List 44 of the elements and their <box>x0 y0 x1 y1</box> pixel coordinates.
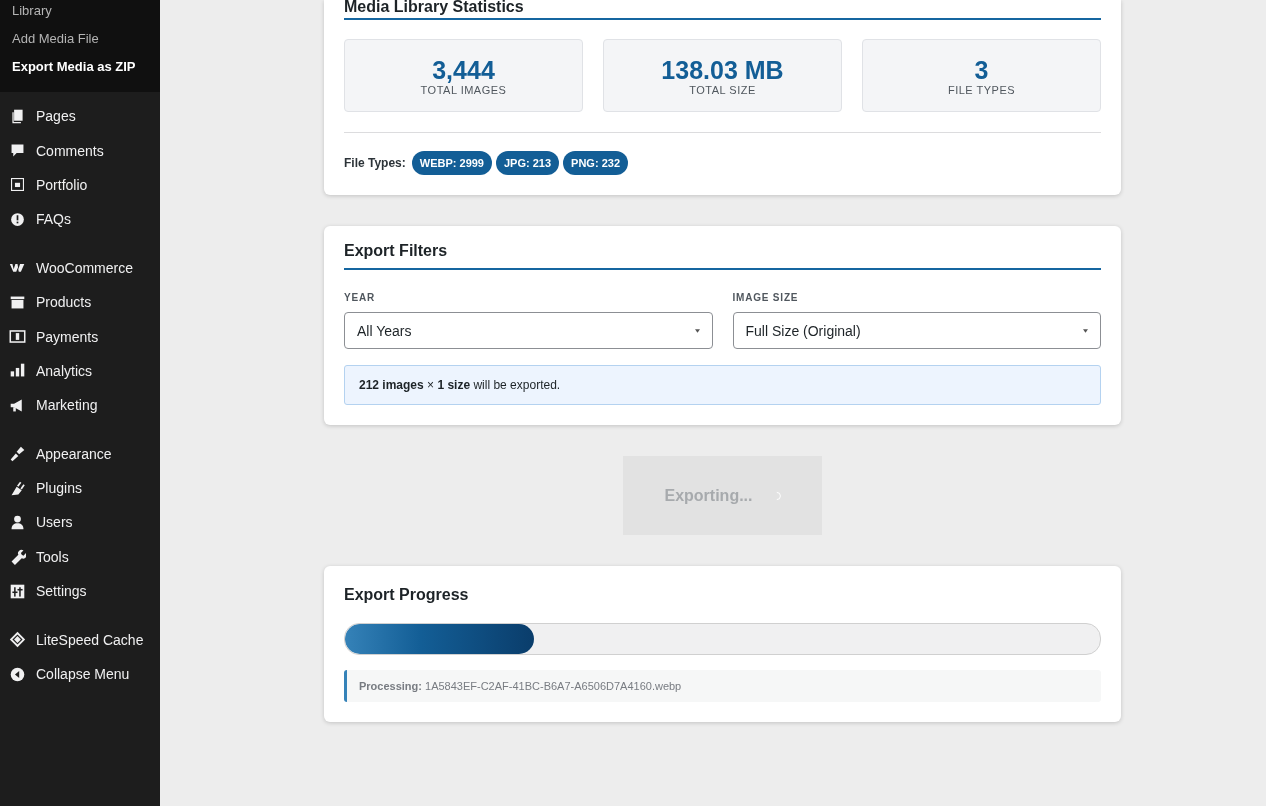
notice-banner: 212 images × 1 size will be exported. <box>344 365 1101 405</box>
stat-label: FILE TYPES <box>947 83 1016 96</box>
caret-icon <box>1083 328 1088 333</box>
menu-item[interactable]: LiteSpeed Cache <box>0 622 160 657</box>
submenu-item[interactable]: Export Media as ZIP <box>0 58 160 86</box>
menu-item[interactable]: Marketing <box>0 388 160 423</box>
menu-item[interactable]: Payments <box>0 319 160 354</box>
submenu-item[interactable]: Library <box>0 2 160 30</box>
users-icon <box>9 514 26 531</box>
field-label: YEAR <box>344 292 376 303</box>
stat-value: 3 <box>974 55 989 84</box>
spinner-icon <box>774 489 781 502</box>
card-title: Export Progress <box>344 586 470 604</box>
menu-item[interactable]: Products <box>0 284 160 320</box>
menu-item[interactable]: Plugins <box>0 470 160 506</box>
menu-item[interactable]: Settings <box>0 574 160 609</box>
select-field[interactable]: Full Size (Original) <box>732 312 1101 349</box>
caret-icon <box>694 328 700 333</box>
field-label: IMAGE SIZE <box>732 292 800 303</box>
menu-item[interactable]: Tools <box>0 539 160 575</box>
submenu-item[interactable]: Add Media File <box>0 30 160 58</box>
menu-item[interactable]: Appearance <box>0 436 160 471</box>
menu-item[interactable]: Collapse Menu <box>0 656 160 692</box>
menu-item[interactable]: Pages <box>0 99 160 134</box>
file-type-badge: PNG: 232 <box>563 151 628 175</box>
settings-icon <box>9 582 26 600</box>
file-type-badge: WEBP: 2999 <box>411 151 492 175</box>
stat-value: 138.03 MB <box>661 55 784 84</box>
stat-label: TOTAL SIZE <box>689 83 756 96</box>
file-types-label: File Types: <box>344 156 406 170</box>
card-title: Media Library Statistics <box>344 0 1101 20</box>
card-title: Export Filters <box>344 242 1101 270</box>
menu-item[interactable]: Comments <box>0 133 160 168</box>
select-field[interactable]: All Years <box>344 312 713 349</box>
tools-icon <box>9 548 26 566</box>
stat-label: TOTAL IMAGES <box>420 83 507 96</box>
menu-item[interactable]: WooCommerce <box>0 250 160 285</box>
file-type-badge: JPG: 213 <box>496 151 560 175</box>
menu-item[interactable]: Portfolio <box>0 167 160 203</box>
stat-value: 3,444 <box>432 55 495 84</box>
menu-item[interactable]: Analytics <box>0 353 160 389</box>
menu-item[interactable]: FAQs <box>0 202 160 237</box>
pages-icon <box>9 107 26 125</box>
menu-item[interactable]: Users <box>0 505 160 540</box>
